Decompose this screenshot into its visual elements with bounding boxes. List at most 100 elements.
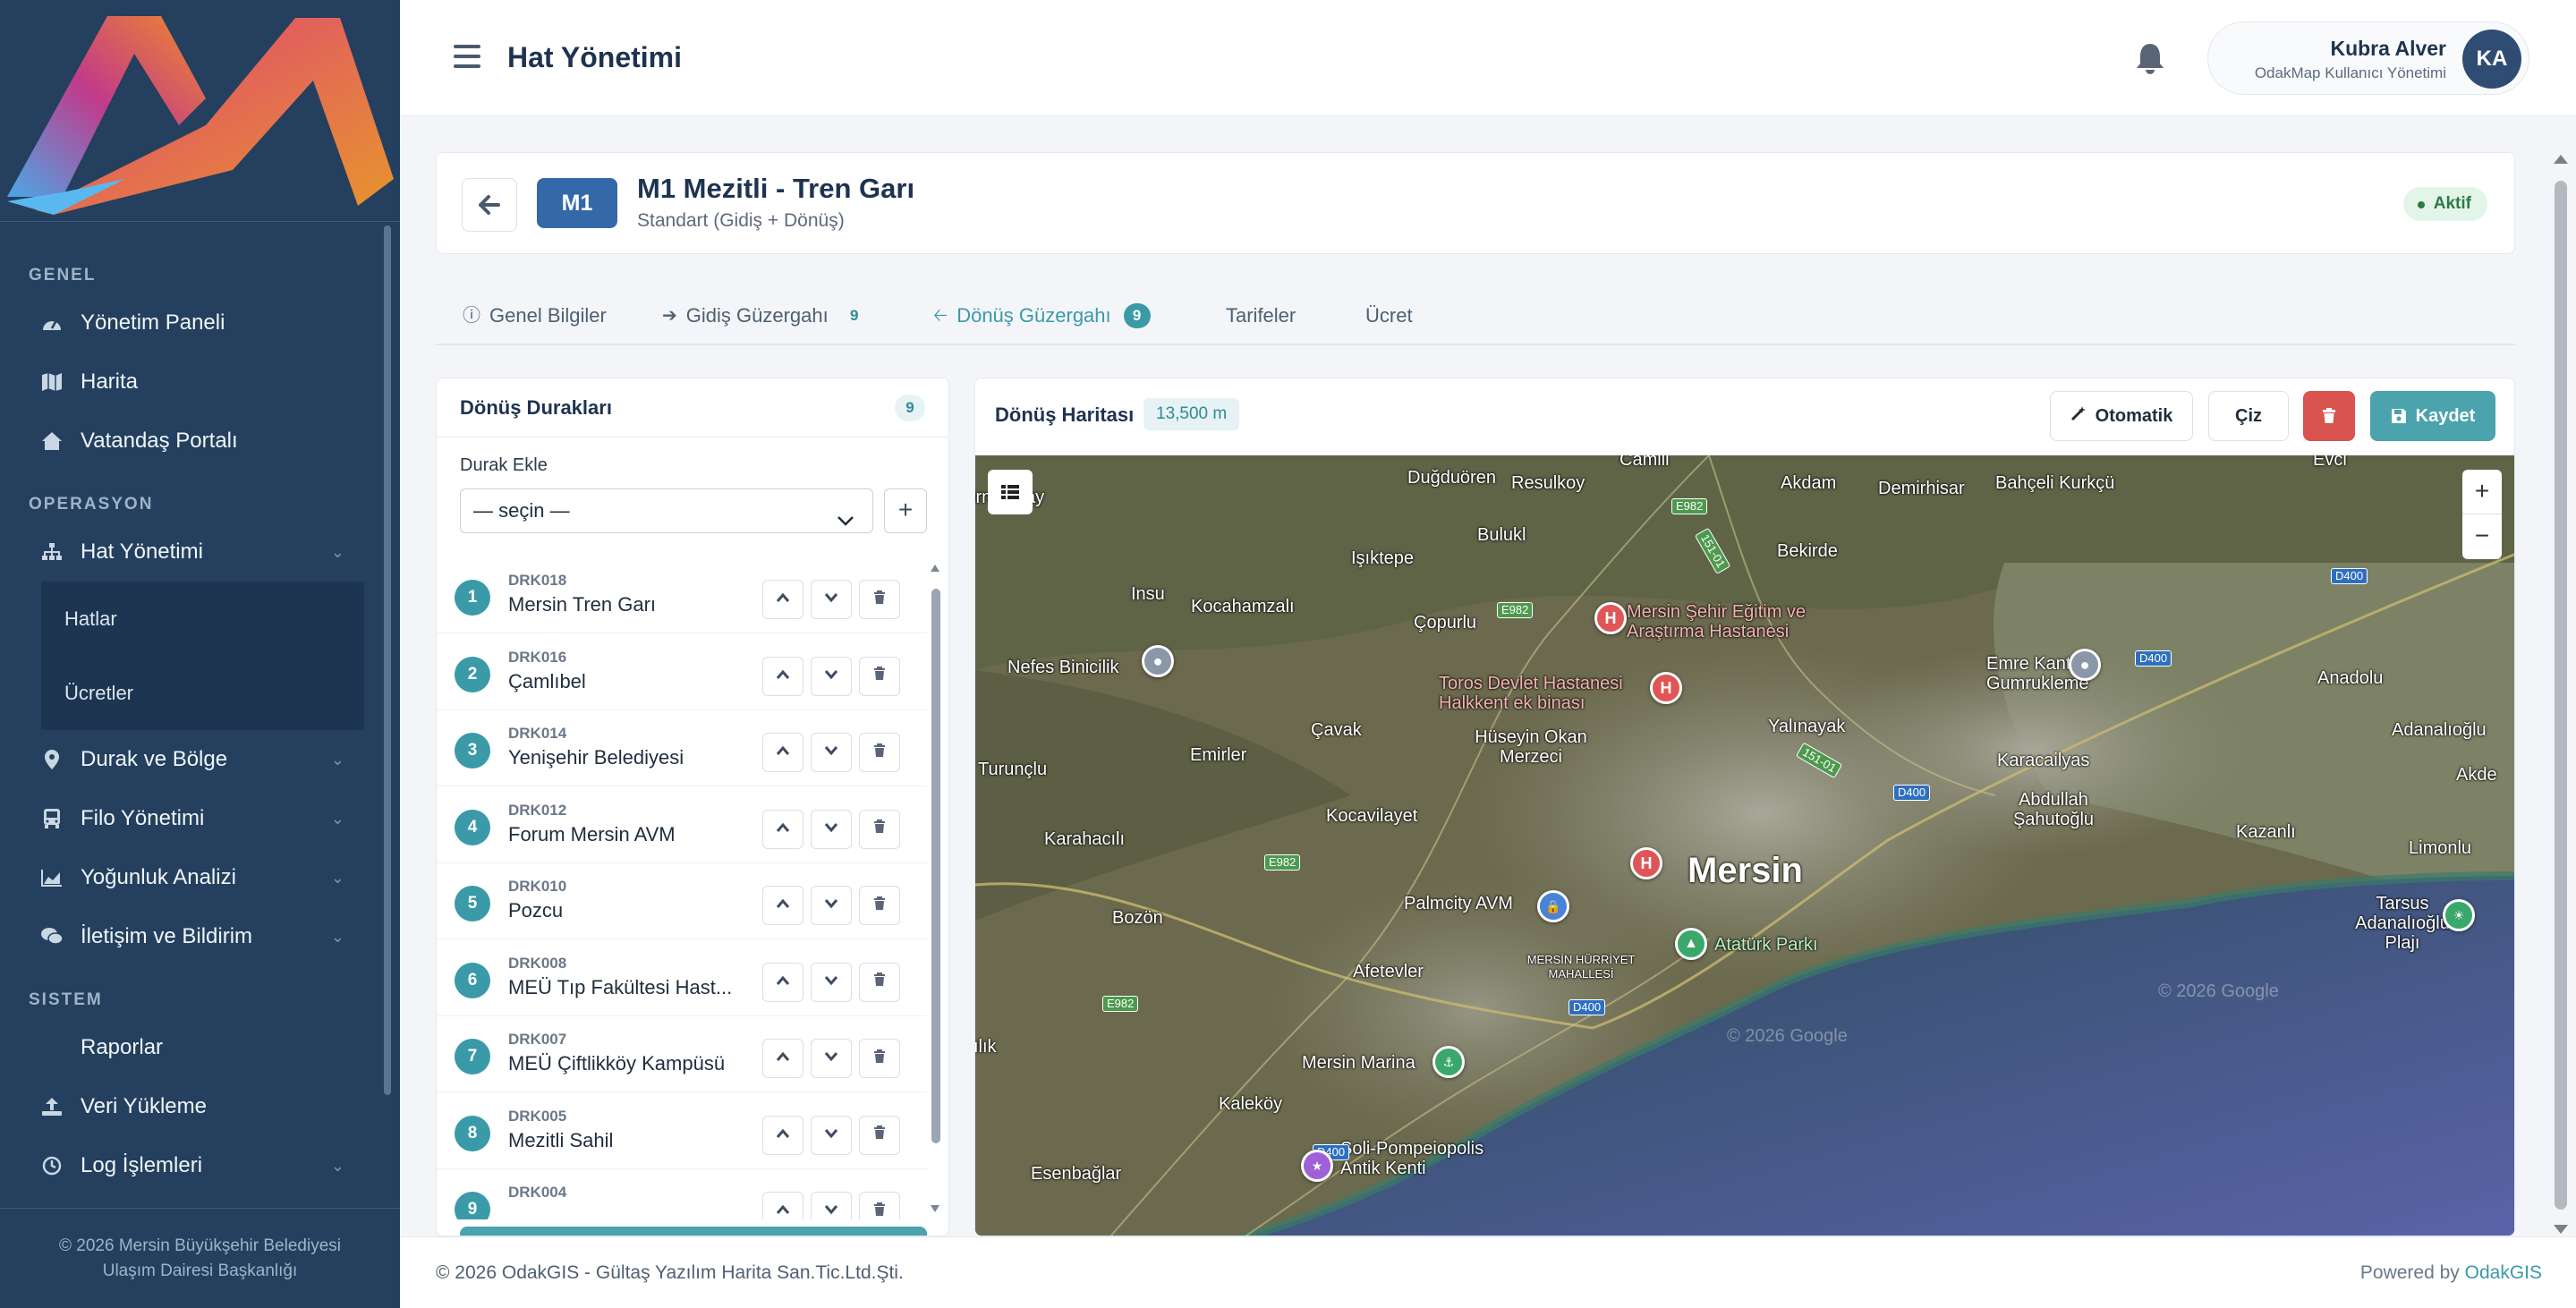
back-button[interactable] [462,178,517,232]
add-stop-button[interactable]: + [884,488,927,533]
nav-item-portal[interactable]: Vatandaş Portalı [0,412,400,471]
stops-scrollbar[interactable] [929,562,941,1215]
nav-item-reports[interactable]: Raporlar [0,1018,400,1077]
panel-action-button[interactable] [460,1227,927,1236]
stop-row[interactable]: 5 DRK010 Pozcu [437,863,927,939]
stop-row[interactable]: 8 DRK005 Mezitli Sahil [437,1093,927,1169]
comments-icon [39,924,64,949]
stop-row[interactable]: 4 DRK012 Forum Mersin AVM [437,787,927,863]
sidebar-scrollbar[interactable] [384,225,391,1095]
tab-outbound[interactable]: ➔ Gidiş Güzergahı 9 [662,286,868,345]
remove-stop-button[interactable] [859,1192,900,1219]
remove-stop-button[interactable] [859,733,900,772]
tab-return[interactable]: 🡠 Dönüş Güzergahı 9 [933,286,1151,345]
map-label: Karahacılı [1044,829,1126,849]
place-marker-icon[interactable]: ● [1142,645,1174,677]
stop-code: DRK014 [508,725,567,742]
remove-stop-button[interactable] [859,962,900,1002]
remove-stop-button[interactable] [859,580,900,619]
hospital-marker-icon[interactable]: H [1650,672,1682,704]
nav-item-map[interactable]: Harita [0,352,400,412]
nav-subitem-ucretler[interactable]: Ücretler [41,656,364,730]
remove-stop-button[interactable] [859,809,900,849]
powered-by-link[interactable]: OdakGIS [2465,1262,2542,1283]
delete-route-button[interactable] [2303,391,2355,441]
move-down-button[interactable] [811,733,852,772]
map-label-city: Mersin [1688,851,1803,890]
tab-general[interactable]: ⓘ Genel Bilgiler [463,286,607,345]
park-marker-icon[interactable]: ▲ [1675,928,1707,960]
nav-item-stops[interactable]: Durak ve Bölge ⌄ [0,730,400,789]
stop-order-badge: 5 [455,886,490,922]
move-up-button[interactable] [762,580,803,619]
move-down-button[interactable] [811,580,852,619]
remove-stop-button[interactable] [859,656,900,696]
zoom-out-button[interactable]: − [2462,514,2502,559]
draw-button[interactable]: Çiz [2208,391,2289,441]
zoom-in-button[interactable]: + [2462,470,2502,514]
move-up-button[interactable] [762,656,803,696]
move-down-button[interactable] [811,1039,852,1078]
move-down-button[interactable] [811,886,852,925]
return-stops-panel: Dönüş Durakları 9 Durak Ekle — seçin — +… [436,378,949,1236]
stop-order-badge: 2 [455,656,490,692]
marina-marker-icon[interactable]: ⚓ [1433,1046,1465,1078]
move-up-button[interactable] [762,1039,803,1078]
nav-item-label: Yönetim Paneli [81,310,225,335]
road-shield: E982 [1497,602,1534,618]
stop-row[interactable]: 1 DRK018 Mersin Tren Garı [437,557,927,633]
hospital-marker-icon[interactable]: H [1594,602,1627,634]
route-header-card: M1 M1 Mezitli - Tren Garı Standart (Gidi… [436,152,2515,254]
save-route-button[interactable]: Kaydet [2370,391,2495,441]
stop-row[interactable]: 2 DRK016 Çamlıbel [437,634,927,710]
user-menu[interactable]: Kubra Alver OdakMap Kullanıcı Yönetimi K… [2207,21,2529,95]
landmark-marker-icon[interactable]: ★ [1301,1150,1333,1182]
nav-item-comms[interactable]: İletişim ve Bildirim ⌄ [0,907,400,966]
nav-item-upload[interactable]: Veri Yükleme [0,1077,400,1136]
stop-select[interactable]: — seçin — [460,488,873,533]
move-down-button[interactable] [811,809,852,849]
auto-route-button[interactable]: Otomatik [2050,391,2193,441]
hamburger-menu-icon[interactable] [454,45,480,68]
move-down-button[interactable] [811,1192,852,1219]
move-up-button[interactable] [762,733,803,772]
stop-row[interactable]: 6 DRK008 MEÜ Tıp Fakültesi Hast... [437,940,927,1016]
stop-code: DRK008 [508,954,567,972]
chevron-up-icon [776,591,790,607]
move-down-button[interactable] [811,962,852,1002]
move-down-button[interactable] [811,1115,852,1155]
road-shield: D400 [1893,785,1931,801]
nav-item-fleet[interactable]: Filo Yönetimi ⌄ [0,789,400,848]
hospital-marker-icon[interactable]: H [1630,847,1662,879]
move-up-button[interactable] [762,1192,803,1219]
stop-row[interactable]: 7 DRK007 MEÜ Çiftlikköy Kampüsü [437,1016,927,1092]
nav-subitem-hatlar[interactable]: Hatlar [41,582,364,656]
move-down-button[interactable] [811,656,852,696]
stop-row[interactable]: 3 DRK014 Yenişehir Belediyesi [437,710,927,786]
tab-fare[interactable]: Ücret [1365,286,1413,345]
route-map[interactable]: irmençay Duğduören Resulkoy Camili Akdam… [975,455,2514,1236]
tab-tariffs[interactable]: Tarifeler [1226,286,1296,345]
place-marker-icon[interactable]: ● [2069,649,2101,681]
nav-item-logs[interactable]: Log İşlemleri ⌄ [0,1136,400,1195]
chevron-down-icon [824,1127,838,1143]
remove-stop-button[interactable] [859,886,900,925]
main-scrollbar[interactable] [2551,152,2571,1236]
nav-item-lines[interactable]: Hat Yönetimi ⌄ [0,522,400,582]
remove-stop-button[interactable] [859,1039,900,1078]
nav-item-density[interactable]: Yoğunluk Analizi ⌄ [0,848,400,907]
brand-logo[interactable] [0,0,400,222]
layers-button[interactable] [988,470,1033,514]
remove-stop-button[interactable] [859,1115,900,1155]
move-up-button[interactable] [762,809,803,849]
move-up-button[interactable] [762,1115,803,1155]
nav-item-dashboard[interactable]: Yönetim Paneli [0,293,400,352]
beach-marker-icon[interactable]: ☀ [2443,899,2475,931]
trash-icon [873,667,886,685]
move-up-button[interactable] [762,886,803,925]
shopping-marker-icon[interactable]: 🔒 [1537,890,1569,922]
stop-row[interactable]: 9 DRK004 [437,1169,927,1219]
button-label: Kaydet [2415,405,2476,426]
bell-icon[interactable] [2134,41,2166,75]
move-up-button[interactable] [762,962,803,1002]
